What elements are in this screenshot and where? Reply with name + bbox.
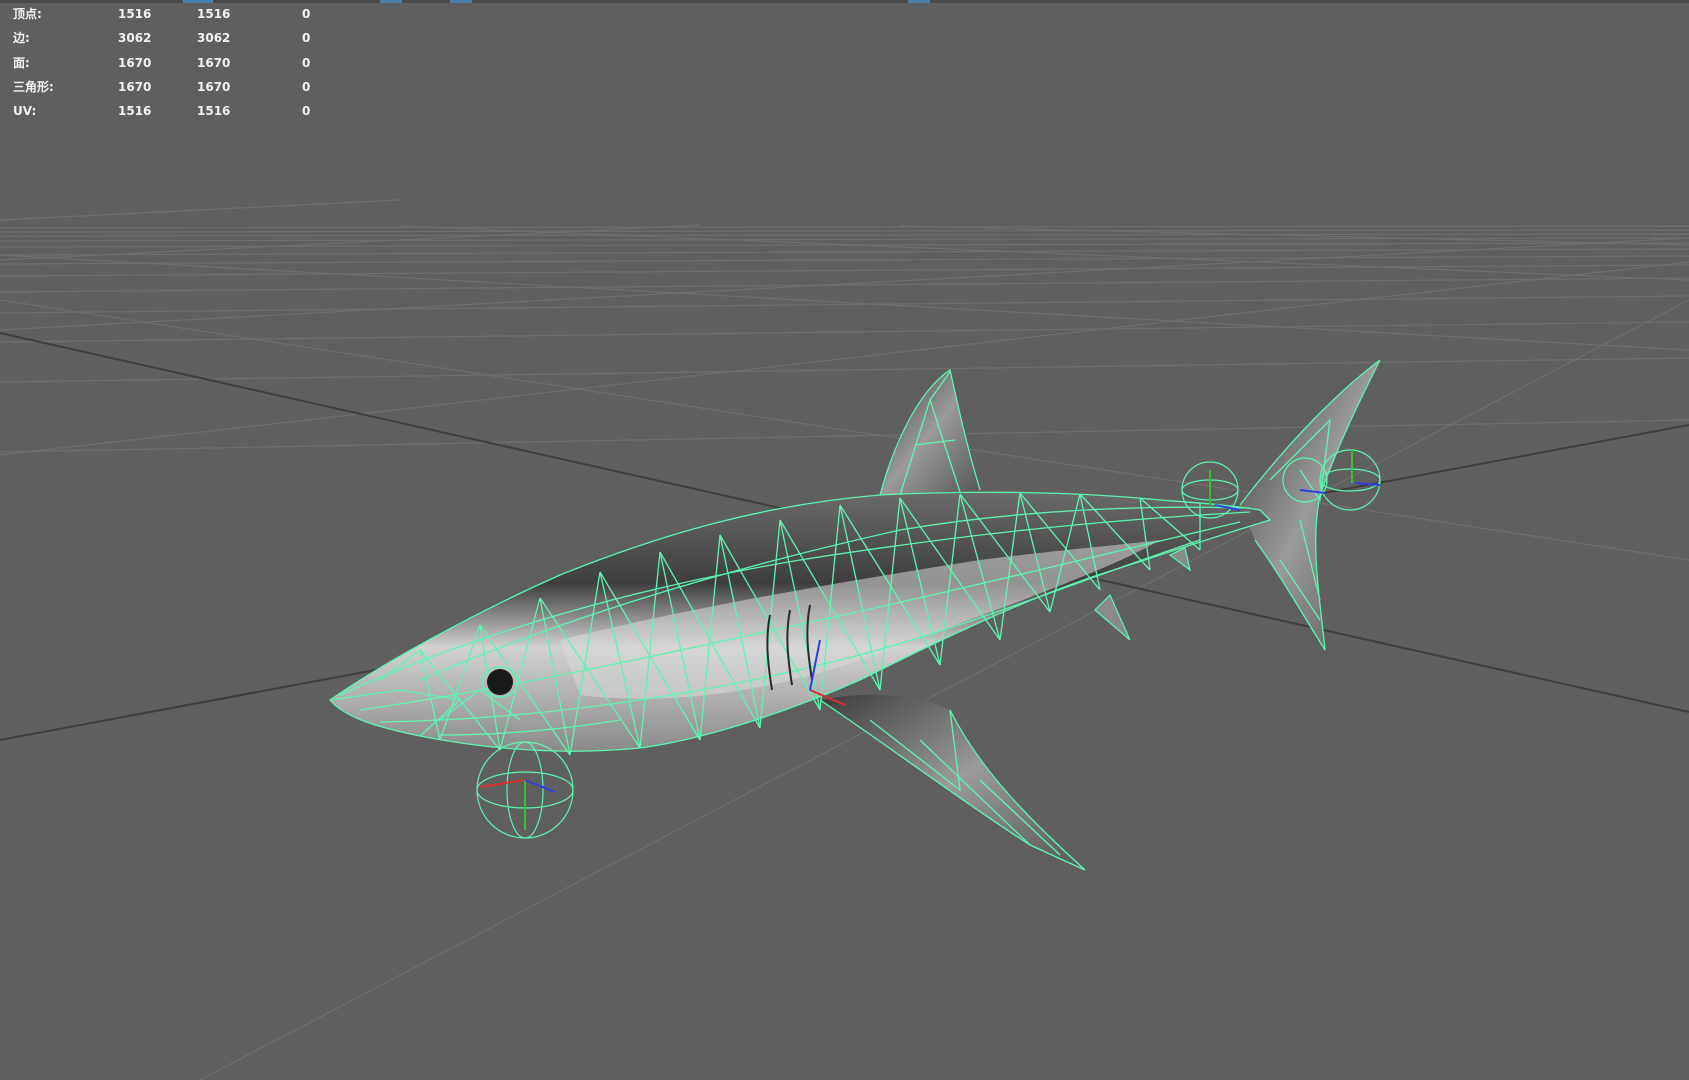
shark-eye	[487, 669, 513, 695]
hud-label: UV:	[13, 104, 37, 119]
shark-model-icon[interactable]	[329, 359, 1381, 871]
scene-canvas[interactable]	[0, 0, 1689, 1080]
hud-label: 边:	[13, 31, 30, 46]
hud-value: 0	[302, 31, 311, 46]
hud-row-edges: 边: 3062 3062 0	[13, 26, 333, 50]
hud-label: 顶点:	[13, 7, 42, 21]
hud-row-uvs: UV: 1516 1516 0	[13, 99, 333, 123]
hud-row-vertices: 顶点: 1516 1516 0	[13, 2, 333, 26]
hud-value: 1670	[118, 79, 152, 94]
hud-value: 1670	[197, 79, 231, 94]
pectoral-fin	[820, 694, 1085, 870]
hud-value: 0	[302, 55, 311, 70]
hud-value: 1516	[197, 104, 231, 119]
hud-label: 三角形:	[13, 79, 54, 94]
hud-row-faces: 面: 1670 1670 0	[13, 51, 333, 75]
pelvic-fin	[1094, 593, 1131, 641]
hud-value: 0	[302, 104, 311, 119]
hud-value: 0	[302, 7, 311, 21]
hud-value: 1670	[118, 55, 152, 70]
hud-value: 1516	[118, 7, 152, 21]
poly-count-hud: 顶点: 1516 1516 0 边: 3062 3062 0 面: 1670 1…	[13, 2, 333, 123]
viewport-panel[interactable]: 顶点: 1516 1516 0 边: 3062 3062 0 面: 1670 1…	[0, 0, 1689, 1080]
hud-row-triangles: 三角形: 1670 1670 0	[13, 75, 333, 99]
hud-value: 3062	[118, 31, 152, 46]
hud-value: 1516	[118, 104, 152, 119]
hud-label: 面:	[13, 55, 30, 70]
hud-value: 0	[302, 79, 311, 94]
hud-value: 1670	[197, 55, 231, 70]
hud-value: 3062	[197, 31, 231, 46]
hud-value: 1516	[197, 7, 231, 21]
